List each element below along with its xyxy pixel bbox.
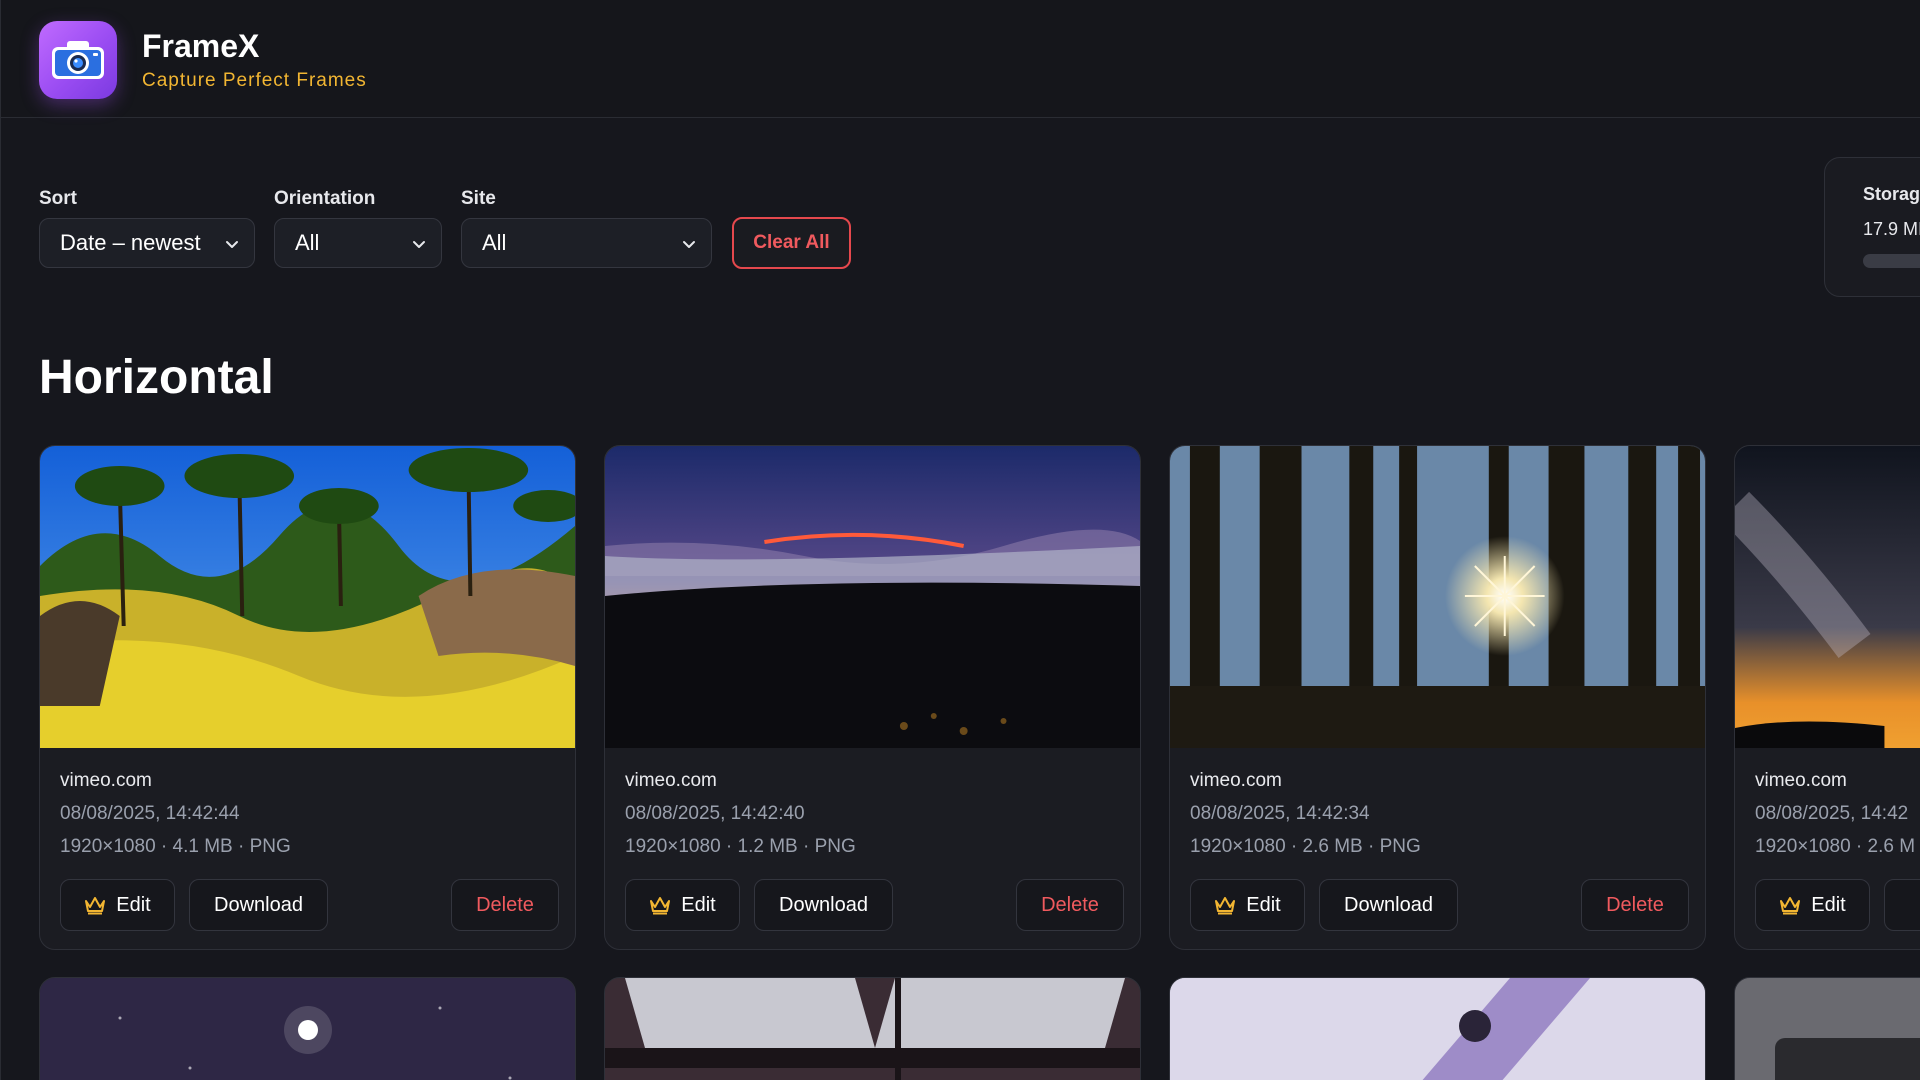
screenshot-card-thumbnail[interactable] [39, 977, 576, 1080]
download-button[interactable]: Download [1319, 879, 1458, 931]
sort-select[interactable]: Date – newest [39, 218, 255, 268]
chevron-down-icon [226, 241, 238, 248]
edit-button[interactable]: Edit [60, 879, 175, 931]
sort-select-value: Date – newest [60, 230, 201, 255]
screenshot-card: vimeo.com 08/08/2025, 14:42 1920×1080 · … [1734, 445, 1920, 950]
clear-all-button[interactable]: Clear All [732, 217, 851, 269]
delete-button[interactable]: Delete [1581, 879, 1689, 931]
card-date: 08/08/2025, 14:42 [1755, 803, 1909, 824]
crown-icon [1215, 897, 1236, 915]
card-date: 08/08/2025, 14:42:40 [625, 803, 805, 824]
app-name: FrameX [142, 28, 260, 64]
card-site: vimeo.com [1755, 770, 1847, 791]
orientation-select-value: All [295, 230, 320, 255]
card-meta: 1920×1080 · 4.1 MB · PNG [60, 836, 291, 857]
edit-button-label: Edit [116, 893, 151, 916]
app-tagline: Capture Perfect Frames [142, 70, 367, 91]
delete-button[interactable]: Delete [1016, 879, 1124, 931]
screenshot-thumbnail[interactable] [40, 446, 575, 748]
edit-button[interactable]: Edit [1755, 879, 1870, 931]
crown-icon [1780, 897, 1801, 915]
screenshot-thumbnail [1735, 978, 1920, 1080]
card-site: vimeo.com [1190, 770, 1282, 791]
download-button[interactable]: D [1884, 879, 1920, 931]
chevron-down-icon [683, 241, 695, 248]
card-meta: 1920×1080 · 2.6 M [1755, 836, 1916, 857]
card-meta: 1920×1080 · 1.2 MB · PNG [625, 836, 856, 857]
download-button[interactable]: Download [754, 879, 893, 931]
app-header: FrameX Capture Perfect Frames [1, 0, 1920, 118]
site-select-value: All [482, 230, 507, 255]
edit-button-label: Edit [681, 893, 716, 916]
screenshot-card-thumbnail[interactable] [604, 977, 1141, 1080]
storage-title: Storag [1863, 184, 1920, 204]
storage-used: 17.9 MI [1863, 219, 1920, 239]
card-meta: 1920×1080 · 2.6 MB · PNG [1190, 836, 1421, 857]
edit-button[interactable]: Edit [1190, 879, 1305, 931]
crown-icon [85, 897, 106, 915]
orientation-label: Orientation [274, 188, 376, 209]
camera-icon[interactable] [39, 21, 117, 99]
screenshot-thumbnail [40, 978, 575, 1080]
app-root: FrameX Capture Perfect Frames Sort Date … [0, 0, 1920, 1080]
crown-icon [650, 897, 671, 915]
screenshot-thumbnail[interactable] [1735, 446, 1920, 748]
storage-progress-bar [1863, 254, 1920, 268]
card-site: vimeo.com [625, 770, 717, 791]
card-site: vimeo.com [60, 770, 152, 791]
edit-button-label: Edit [1246, 893, 1281, 916]
card-date: 08/08/2025, 14:42:34 [1190, 803, 1370, 824]
screenshot-card-thumbnail[interactable] [1734, 977, 1920, 1080]
screenshot-thumbnail [605, 978, 1140, 1080]
screenshot-thumbnail [1170, 978, 1705, 1080]
screenshot-card: vimeo.com 08/08/2025, 14:42:40 1920×1080… [604, 445, 1141, 950]
orientation-select[interactable]: All [274, 218, 442, 268]
screenshot-card-thumbnail[interactable] [1169, 977, 1706, 1080]
edit-button[interactable]: Edit [625, 879, 740, 931]
screenshot-thumbnail[interactable] [1170, 446, 1705, 748]
site-label: Site [461, 188, 496, 209]
sort-label: Sort [39, 188, 77, 209]
card-date: 08/08/2025, 14:42:44 [60, 803, 240, 824]
section-title: Horizontal [39, 351, 274, 404]
download-button[interactable]: Download [189, 879, 328, 931]
screenshot-thumbnail[interactable] [605, 446, 1140, 748]
delete-button[interactable]: Delete [451, 879, 559, 931]
chevron-down-icon [413, 241, 425, 248]
edit-button-label: Edit [1811, 893, 1846, 916]
site-select[interactable]: All [461, 218, 712, 268]
screenshot-card: vimeo.com 08/08/2025, 14:42:34 1920×1080… [1169, 445, 1706, 950]
screenshot-card: vimeo.com 08/08/2025, 14:42:44 1920×1080… [39, 445, 576, 950]
storage-card: Storag 17.9 MI [1824, 157, 1920, 297]
